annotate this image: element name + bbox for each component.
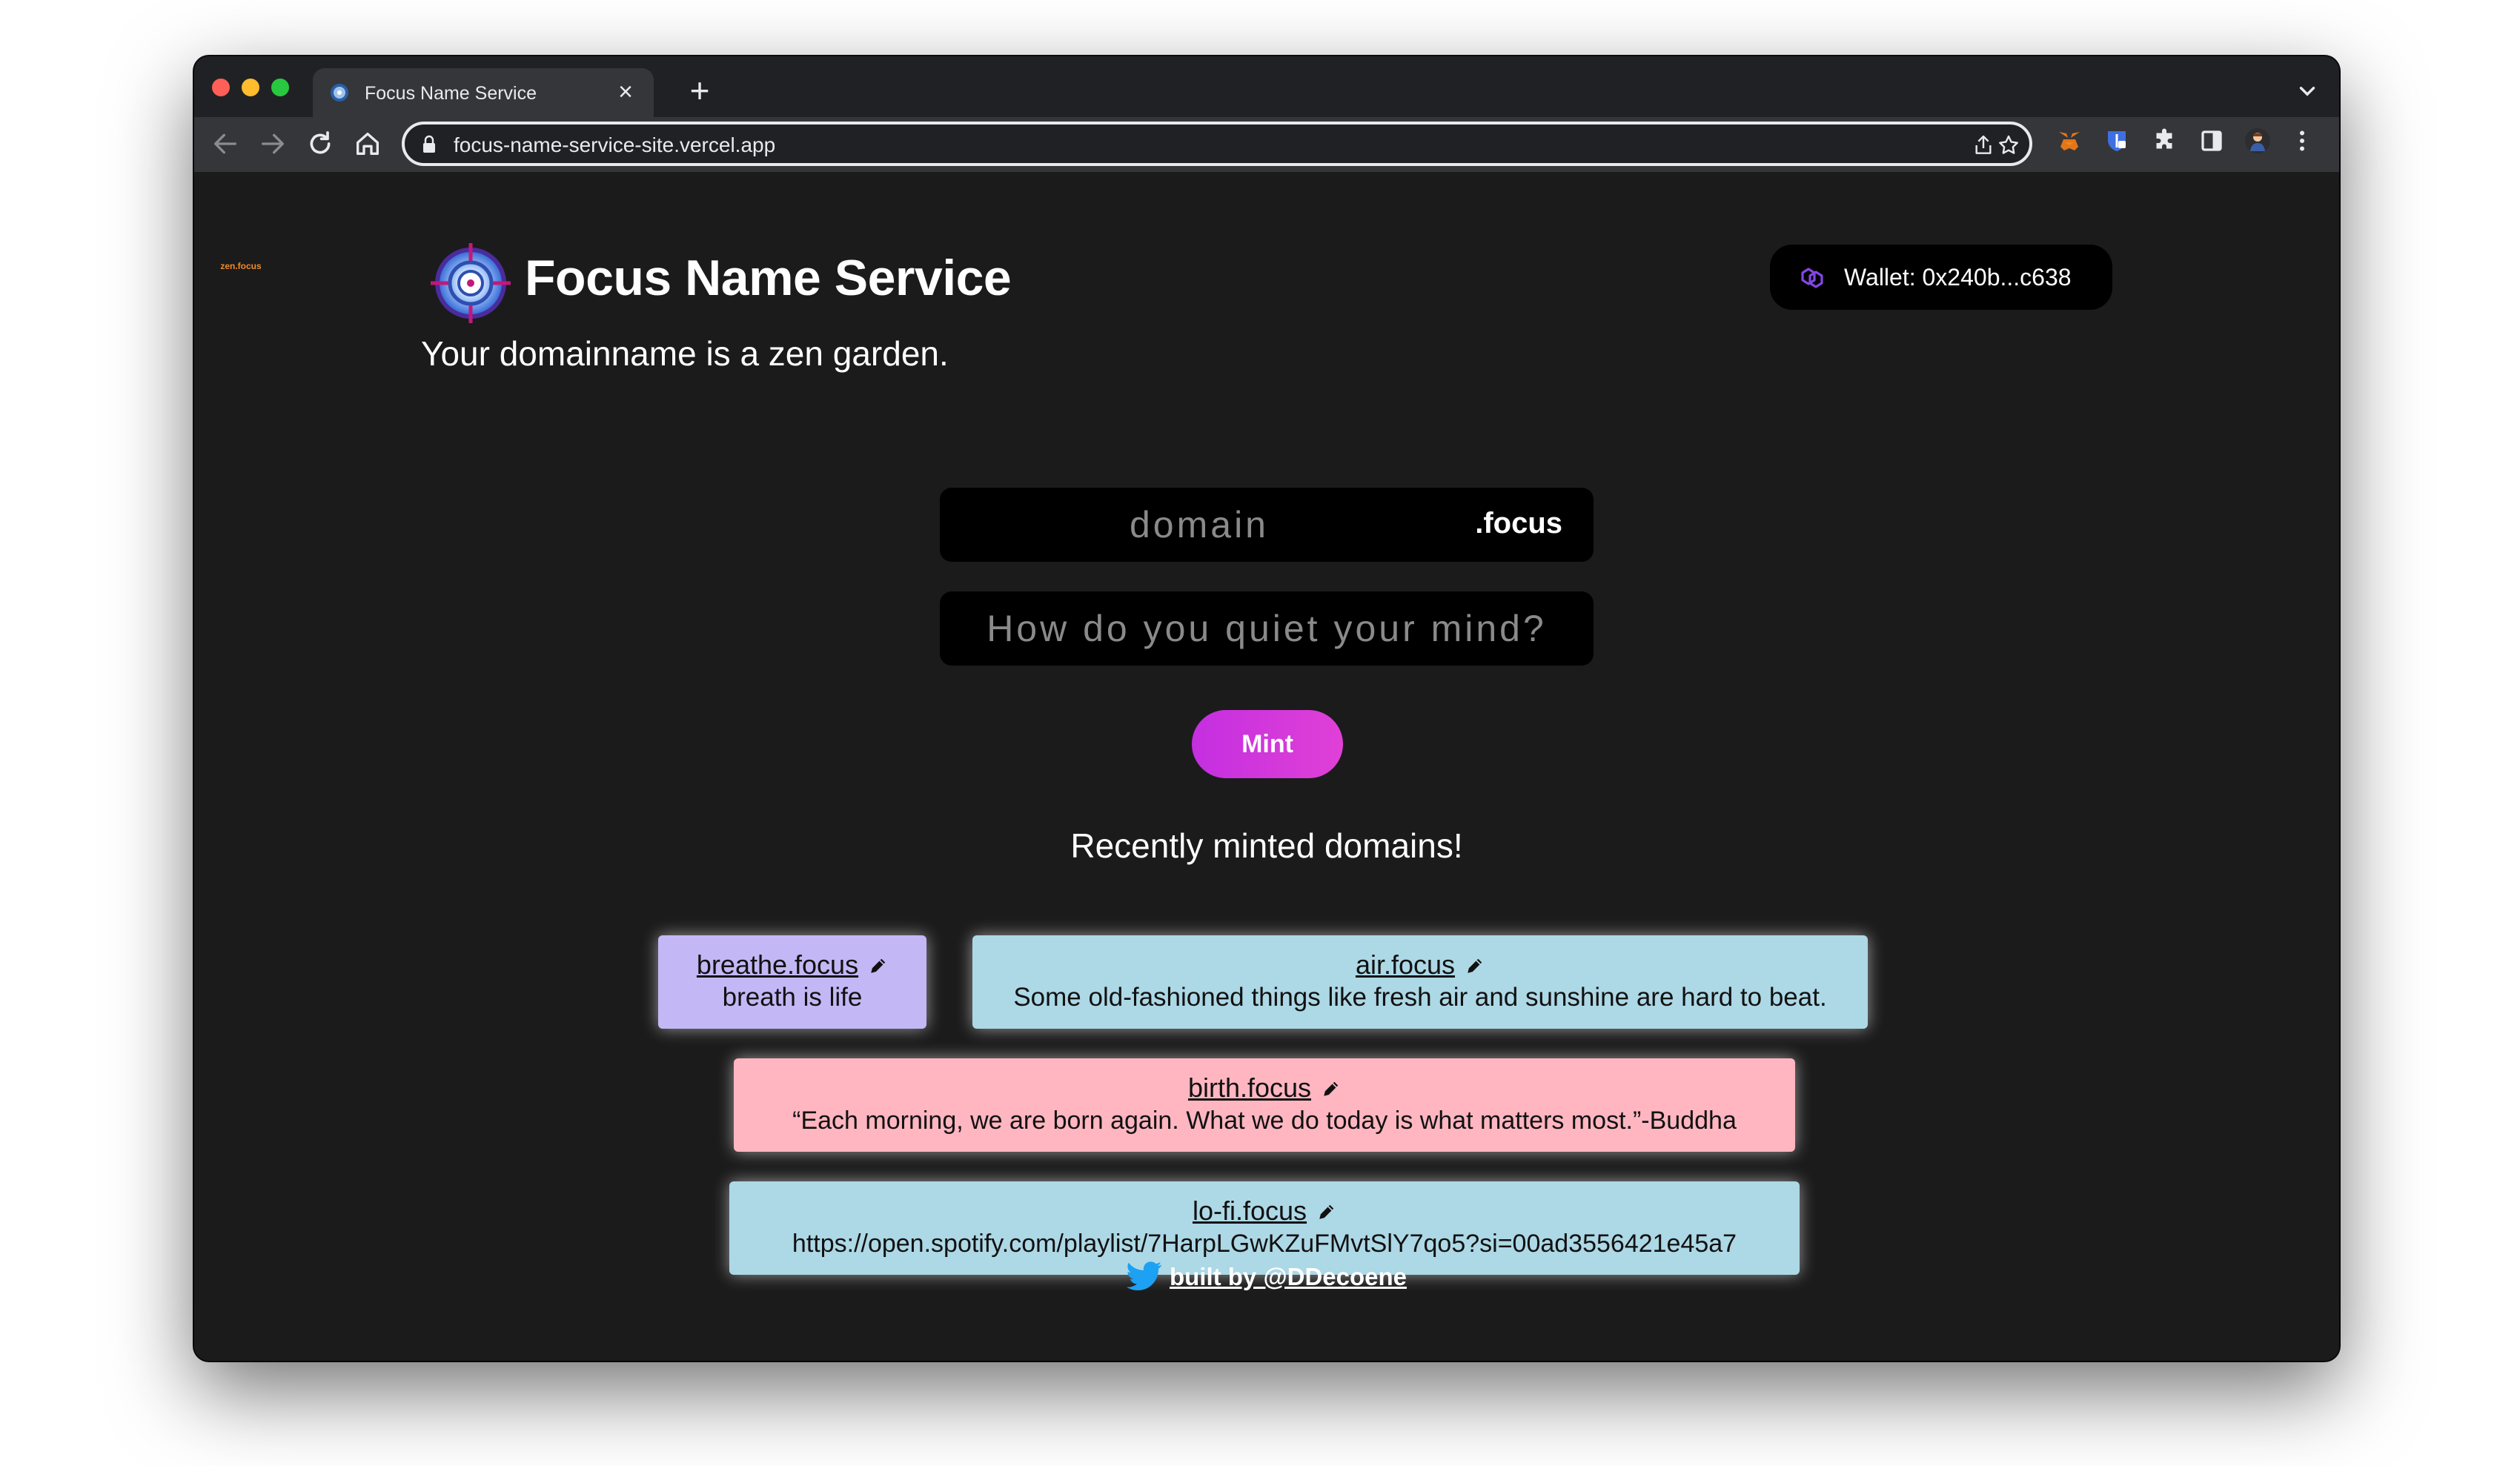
tab-title: Focus Name Service [365,83,537,104]
author-twitter-link[interactable]: built by @DDecoene [1170,1263,1407,1290]
pencil-edit-icon[interactable] [869,956,888,975]
tagline: Your domainname is a zen garden. [421,334,949,373]
bookmark-star-icon[interactable] [1997,133,2020,157]
profile-avatar-icon[interactable] [2244,127,2271,154]
domain-card-air: air.focus Some old-fashioned things like… [972,935,1868,1029]
domain-record: https://open.spotify.com/playlist/7HarpL… [792,1230,1737,1258]
page-content: zen.focus Focus Name Service Your domain… [194,172,2339,1361]
focus-target-logo-icon [431,243,511,323]
pencil-edit-icon[interactable] [1465,956,1485,975]
domain-link[interactable]: air.focus [1356,949,1455,980]
record-field-wrapper [940,591,1594,666]
recent-domains-heading: Recently minted domains! [1070,826,1463,865]
domain-record: “Each morning, we are born again. What w… [792,1107,1737,1135]
back-icon[interactable] [210,129,240,159]
metamask-icon[interactable] [2056,127,2083,154]
polygon-icon [1801,268,1823,288]
reload-icon[interactable] [305,129,335,159]
favicon-icon [331,84,348,102]
domain-card-birth: birth.focus “Each morning, we are born a… [734,1058,1795,1152]
wallet-badge[interactable]: Wallet: 0x240b...c638 [1770,245,2112,310]
domain-field-wrapper: .focus [940,488,1594,562]
home-icon[interactable] [353,129,382,159]
kebab-menu-icon[interactable] [2289,127,2315,154]
forward-icon[interactable] [258,129,288,159]
close-tab-icon[interactable]: × [612,79,639,105]
share-icon[interactable] [1972,133,1995,157]
domain-link[interactable]: lo-fi.focus [1193,1195,1307,1226]
mint-button[interactable]: Mint [1192,710,1343,778]
logo-caption: zen.focus [220,261,262,271]
pencil-edit-icon[interactable] [1322,1079,1341,1098]
record-input[interactable] [940,591,1594,666]
domain-record: Some old-fashioned things like fresh air… [1013,983,1827,1012]
lock-icon[interactable] [421,135,437,154]
domain-record: breath is life [722,983,863,1012]
puzzle-extensions-icon[interactable] [2151,127,2178,154]
tab-focus-name-service[interactable]: Focus Name Service × [313,68,654,117]
twitter-bird-icon[interactable] [1126,1261,1162,1291]
pencil-edit-icon[interactable] [1317,1202,1336,1221]
wallet-address: Wallet: 0x240b...c638 [1844,264,2072,291]
side-panel-icon[interactable] [2198,127,2225,154]
new-tab-icon[interactable]: + [683,73,716,107]
address-bar[interactable]: focus-name-service-site.vercel.app [402,122,2032,166]
url-text[interactable]: focus-name-service-site.vercel.app [454,133,775,157]
domain-card-breathe: breathe.focus breath is life [658,935,926,1029]
domain-link[interactable]: breathe.focus [697,949,858,980]
footer: built by @DDecoene [194,1261,2339,1291]
maximize-window-button[interactable] [271,79,289,96]
domain-input[interactable] [940,488,1459,562]
shield-extension-icon[interactable] [2103,127,2130,154]
domain-link[interactable]: birth.focus [1188,1072,1311,1103]
page-title: Focus Name Service [525,250,1012,306]
browser-window: Focus Name Service × + focus-name-servic… [194,56,2339,1361]
chevron-down-icon[interactable] [2295,79,2320,104]
close-window-button[interactable] [212,79,230,96]
minimize-window-button[interactable] [242,79,259,96]
tld-suffix: .focus [1475,507,1562,540]
